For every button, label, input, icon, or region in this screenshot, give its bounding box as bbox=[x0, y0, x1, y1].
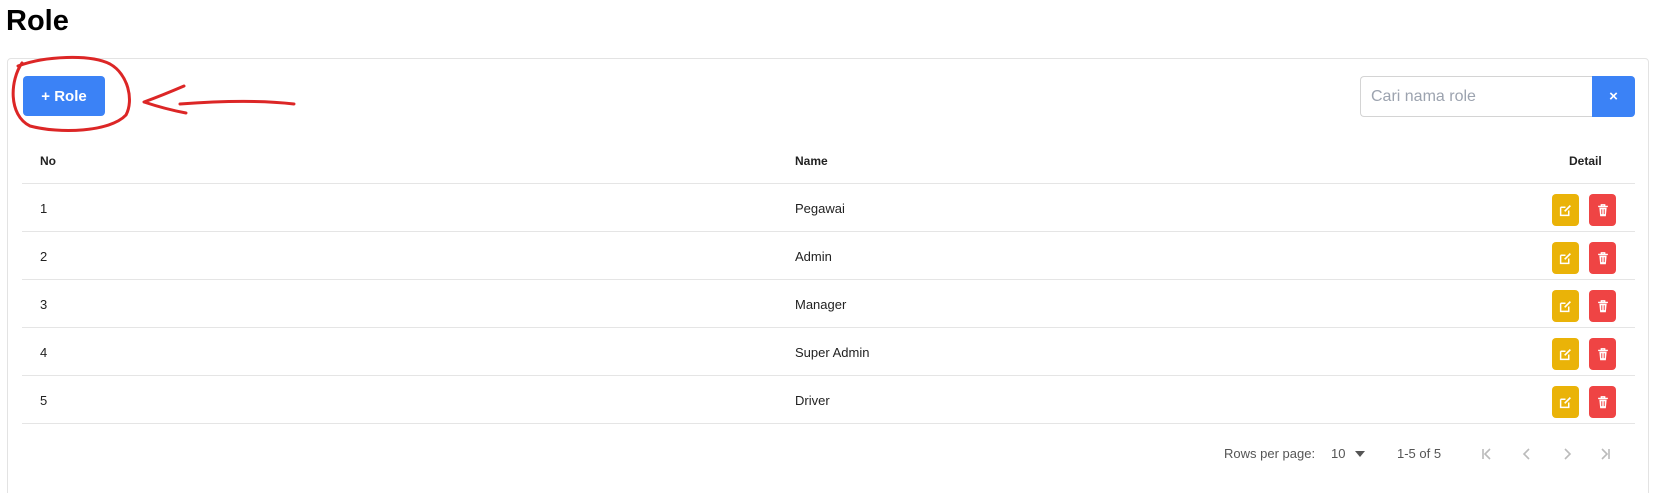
edit-icon bbox=[1559, 396, 1571, 408]
clear-search-button[interactable]: × bbox=[1592, 76, 1635, 117]
row-no: 3 bbox=[40, 297, 48, 312]
header-name: Name bbox=[795, 154, 828, 168]
row-no: 4 bbox=[40, 345, 48, 360]
trash-icon bbox=[1597, 347, 1608, 360]
row-no: 2 bbox=[40, 249, 48, 264]
add-role-button[interactable]: + Role bbox=[23, 76, 105, 116]
table-row: 2 Admin bbox=[22, 232, 1635, 280]
table-row: 5 Driver bbox=[22, 376, 1635, 424]
edit-icon bbox=[1559, 204, 1571, 216]
delete-button[interactable] bbox=[1589, 242, 1616, 274]
table-row: 4 Super Admin bbox=[22, 328, 1635, 376]
last-page-button[interactable] bbox=[1590, 440, 1620, 468]
trash-icon bbox=[1597, 299, 1608, 312]
rows-per-page-select[interactable]: 10 bbox=[1331, 446, 1345, 461]
row-name: Super Admin bbox=[795, 345, 870, 360]
rows-per-page-label: Rows per page: bbox=[1224, 446, 1316, 461]
trash-icon bbox=[1597, 251, 1608, 264]
table-row: 1 Pegawai bbox=[22, 184, 1635, 232]
pagination: Rows per page: 10 1-5 of 5 bbox=[0, 440, 1656, 470]
caret-down-icon[interactable] bbox=[1355, 451, 1365, 457]
edit-button[interactable] bbox=[1552, 194, 1579, 226]
row-no: 5 bbox=[40, 393, 48, 408]
edit-button[interactable] bbox=[1552, 290, 1579, 322]
trash-icon bbox=[1597, 395, 1608, 408]
chevron-left-icon bbox=[1522, 448, 1530, 460]
prev-page-button[interactable] bbox=[1512, 440, 1542, 468]
edit-button[interactable] bbox=[1552, 338, 1579, 370]
first-page-icon bbox=[1482, 448, 1491, 460]
chevron-right-icon bbox=[1564, 448, 1572, 460]
edit-icon bbox=[1559, 252, 1571, 264]
first-page-button[interactable] bbox=[1472, 440, 1502, 468]
header-detail: Detail bbox=[1569, 154, 1602, 168]
edit-icon bbox=[1559, 348, 1571, 360]
page-title: Role bbox=[6, 5, 69, 37]
edit-icon bbox=[1559, 300, 1571, 312]
table-header: No Name Detail bbox=[22, 136, 1635, 184]
search-input[interactable] bbox=[1360, 76, 1593, 117]
delete-button[interactable] bbox=[1589, 386, 1616, 418]
page-range: 1-5 of 5 bbox=[1397, 446, 1442, 461]
row-name: Manager bbox=[795, 297, 847, 312]
edit-button[interactable] bbox=[1552, 386, 1579, 418]
row-name: Admin bbox=[795, 249, 832, 264]
delete-button[interactable] bbox=[1589, 290, 1616, 322]
table-row: 3 Manager bbox=[22, 280, 1635, 328]
next-page-button[interactable] bbox=[1552, 440, 1582, 468]
delete-button[interactable] bbox=[1589, 194, 1616, 226]
row-name: Driver bbox=[795, 393, 830, 408]
delete-button[interactable] bbox=[1589, 338, 1616, 370]
last-page-icon bbox=[1601, 448, 1610, 460]
trash-icon bbox=[1597, 203, 1608, 216]
row-no: 1 bbox=[40, 201, 48, 216]
header-no: No bbox=[40, 154, 56, 168]
edit-button[interactable] bbox=[1552, 242, 1579, 274]
roles-table: No Name Detail 1 Pegawai 2 Admin 3 Manager 4 Su… bbox=[22, 136, 1635, 424]
row-name: Pegawai bbox=[795, 201, 845, 216]
